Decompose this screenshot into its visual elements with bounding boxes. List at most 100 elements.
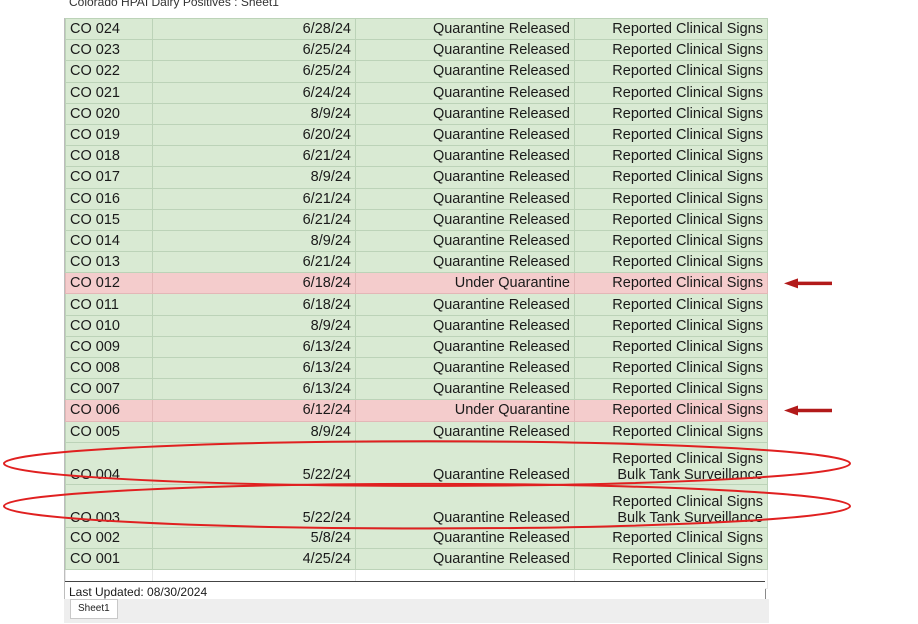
cell-status[interactable]: Quarantine Released — [355, 187, 575, 210]
cell-id[interactable]: CO 007 — [65, 378, 153, 401]
cell-date[interactable]: 6/20/24 — [152, 123, 356, 147]
cell-status[interactable]: Under Quarantine — [355, 272, 575, 295]
cell-status[interactable]: Quarantine Released — [355, 145, 575, 168]
cell-status[interactable]: Quarantine Released — [355, 356, 575, 380]
cell-id[interactable]: CO 020 — [65, 102, 153, 125]
cell-reason[interactable]: Reported Clinical Signs — [574, 272, 768, 295]
cell-status[interactable]: Quarantine Released — [355, 39, 575, 62]
cell-status[interactable]: Quarantine Released — [355, 314, 575, 337]
cell-reason[interactable]: Reported Clinical Signs — [574, 17, 768, 41]
cell-date[interactable]: 5/8/24 — [152, 526, 356, 550]
cell-date[interactable]: 5/22/24 — [152, 484, 356, 528]
cell-reason[interactable]: Reported Clinical Signs — [574, 229, 768, 253]
cell-date[interactable]: 4/25/24 — [152, 548, 356, 571]
cell-status[interactable]: Quarantine Released — [355, 378, 575, 401]
cell-id[interactable]: CO 002 — [65, 526, 153, 550]
cell-id[interactable]: CO 012 — [65, 272, 153, 295]
cell-reason[interactable]: Reported Clinical Signs Bulk Tank Surveil… — [574, 441, 768, 486]
cell-status[interactable]: Quarantine Released — [355, 208, 575, 231]
cell-date[interactable]: 8/9/24 — [152, 166, 356, 189]
cell-date[interactable]: 8/9/24 — [152, 229, 356, 253]
cell-status[interactable]: Quarantine Released — [355, 293, 575, 316]
cell-id[interactable]: CO 008 — [65, 356, 153, 380]
cell-reason[interactable]: Reported Clinical Signs — [574, 145, 768, 168]
cell-reason[interactable]: Reported Clinical Signs — [574, 81, 768, 104]
cell-date[interactable]: 6/12/24 — [152, 399, 356, 422]
cell-date[interactable]: 6/13/24 — [152, 378, 356, 401]
cell-id[interactable]: CO 011 — [65, 293, 153, 316]
cell-date[interactable]: 6/18/24 — [152, 272, 356, 295]
cell-id[interactable]: CO 004 — [65, 441, 153, 486]
cell-reason[interactable]: Reported Clinical Signs — [574, 335, 768, 359]
tab-sheet1[interactable]: Sheet1 — [70, 599, 118, 619]
cell-id[interactable]: CO 014 — [65, 229, 153, 253]
cell-status[interactable]: Quarantine Released — [355, 441, 575, 486]
cell-id[interactable]: CO 015 — [65, 208, 153, 231]
cell-id[interactable]: CO 019 — [65, 123, 153, 147]
cell-reason[interactable]: Reported Clinical Signs — [574, 39, 768, 62]
cell-status[interactable]: Under Quarantine — [355, 399, 575, 422]
cell-id[interactable]: CO 018 — [65, 145, 153, 168]
cell-status[interactable]: Quarantine Released — [355, 251, 575, 274]
cell-reason[interactable]: Reported Clinical Signs — [574, 187, 768, 210]
cell-status[interactable]: Quarantine Released — [355, 548, 575, 571]
cell-status[interactable]: Quarantine Released — [355, 60, 575, 83]
cell-status[interactable]: Quarantine Released — [355, 420, 575, 443]
cell-status[interactable]: Quarantine Released — [355, 335, 575, 359]
cell-status[interactable]: Quarantine Released — [355, 526, 575, 550]
cell-reason[interactable]: Reported Clinical Signs — [574, 60, 768, 83]
cell-status[interactable]: Quarantine Released — [355, 81, 575, 104]
cell-id[interactable]: CO 021 — [65, 81, 153, 104]
cell-reason[interactable]: Reported Clinical Signs — [574, 208, 768, 231]
cell-date[interactable]: 6/21/24 — [152, 251, 356, 274]
cell-id[interactable]: CO 006 — [65, 399, 153, 422]
cell-date[interactable]: 6/13/24 — [152, 356, 356, 380]
cell-id[interactable]: CO 023 — [65, 39, 153, 62]
cell-id[interactable]: CO 022 — [65, 60, 153, 83]
cell-date[interactable]: 8/9/24 — [152, 420, 356, 443]
cell-id[interactable]: CO 013 — [65, 251, 153, 274]
cell-date[interactable]: 6/18/24 — [152, 293, 356, 316]
cell-date[interactable]: 6/21/24 — [152, 145, 356, 168]
cell-status[interactable]: Quarantine Released — [355, 102, 575, 125]
cell-reason[interactable]: Reported Clinical Signs — [574, 378, 768, 401]
cell-id[interactable]: CO 010 — [65, 314, 153, 337]
cell-reason[interactable]: Reported Clinical Signs — [574, 102, 768, 125]
cell-status[interactable]: Quarantine Released — [355, 484, 575, 528]
cell-id[interactable]: CO 005 — [65, 420, 153, 443]
cell-reason[interactable]: Reported Clinical Signs — [574, 251, 768, 274]
cell-status[interactable]: Quarantine Released — [355, 166, 575, 189]
cell-id[interactable]: CO 001 — [65, 548, 153, 571]
cell-date[interactable]: 8/9/24 — [152, 314, 356, 337]
cell-reason[interactable]: Reported Clinical Signs — [574, 314, 768, 337]
cell-date[interactable]: 6/21/24 — [152, 187, 356, 210]
table-row: CO 004 5/22/24 Quarantine Released Reported… — [65, 441, 768, 486]
cell-status[interactable]: Quarantine Released — [355, 123, 575, 147]
cell-date[interactable]: 6/24/24 — [152, 81, 356, 104]
cell-date[interactable]: 8/9/24 — [152, 102, 356, 125]
cell-reason[interactable]: Reported Clinical Signs — [574, 399, 768, 422]
cell-reason[interactable]: Reported Clinical Signs — [574, 123, 768, 147]
cell-status[interactable]: Quarantine Released — [355, 229, 575, 253]
cell-reason[interactable]: Reported Clinical Signs — [574, 166, 768, 189]
cell-id[interactable]: CO 009 — [65, 335, 153, 359]
cell-reason[interactable]: Reported Clinical Signs — [574, 293, 768, 316]
cell-id[interactable]: CO 024 — [65, 17, 153, 41]
cell-date[interactable]: 6/28/24 — [152, 17, 356, 41]
cell-status[interactable]: Quarantine Released — [355, 17, 575, 41]
cell-reason[interactable]: Reported Clinical Signs Bulk Tank Surveil… — [574, 484, 768, 528]
cell-reason[interactable]: Reported Clinical Signs — [574, 526, 768, 550]
cell-date[interactable]: 5/22/24 — [152, 441, 356, 486]
cell-id[interactable]: CO 003 — [65, 484, 153, 528]
cell-date[interactable]: 6/13/24 — [152, 335, 356, 359]
cell-date[interactable]: 6/25/24 — [152, 60, 356, 83]
cell-reason[interactable]: Reported Clinical Signs — [574, 548, 768, 571]
cell-id[interactable]: CO 017 — [65, 166, 153, 189]
reason-line: Reported Clinical Signs — [612, 296, 763, 313]
table-row: CO 024 6/28/24 Quarantine Released Reported… — [65, 17, 768, 41]
cell-date[interactable]: 6/21/24 — [152, 208, 356, 231]
cell-reason[interactable]: Reported Clinical Signs — [574, 356, 768, 380]
cell-date[interactable]: 6/25/24 — [152, 39, 356, 62]
cell-reason[interactable]: Reported Clinical Signs — [574, 420, 768, 443]
cell-id[interactable]: CO 016 — [65, 187, 153, 210]
